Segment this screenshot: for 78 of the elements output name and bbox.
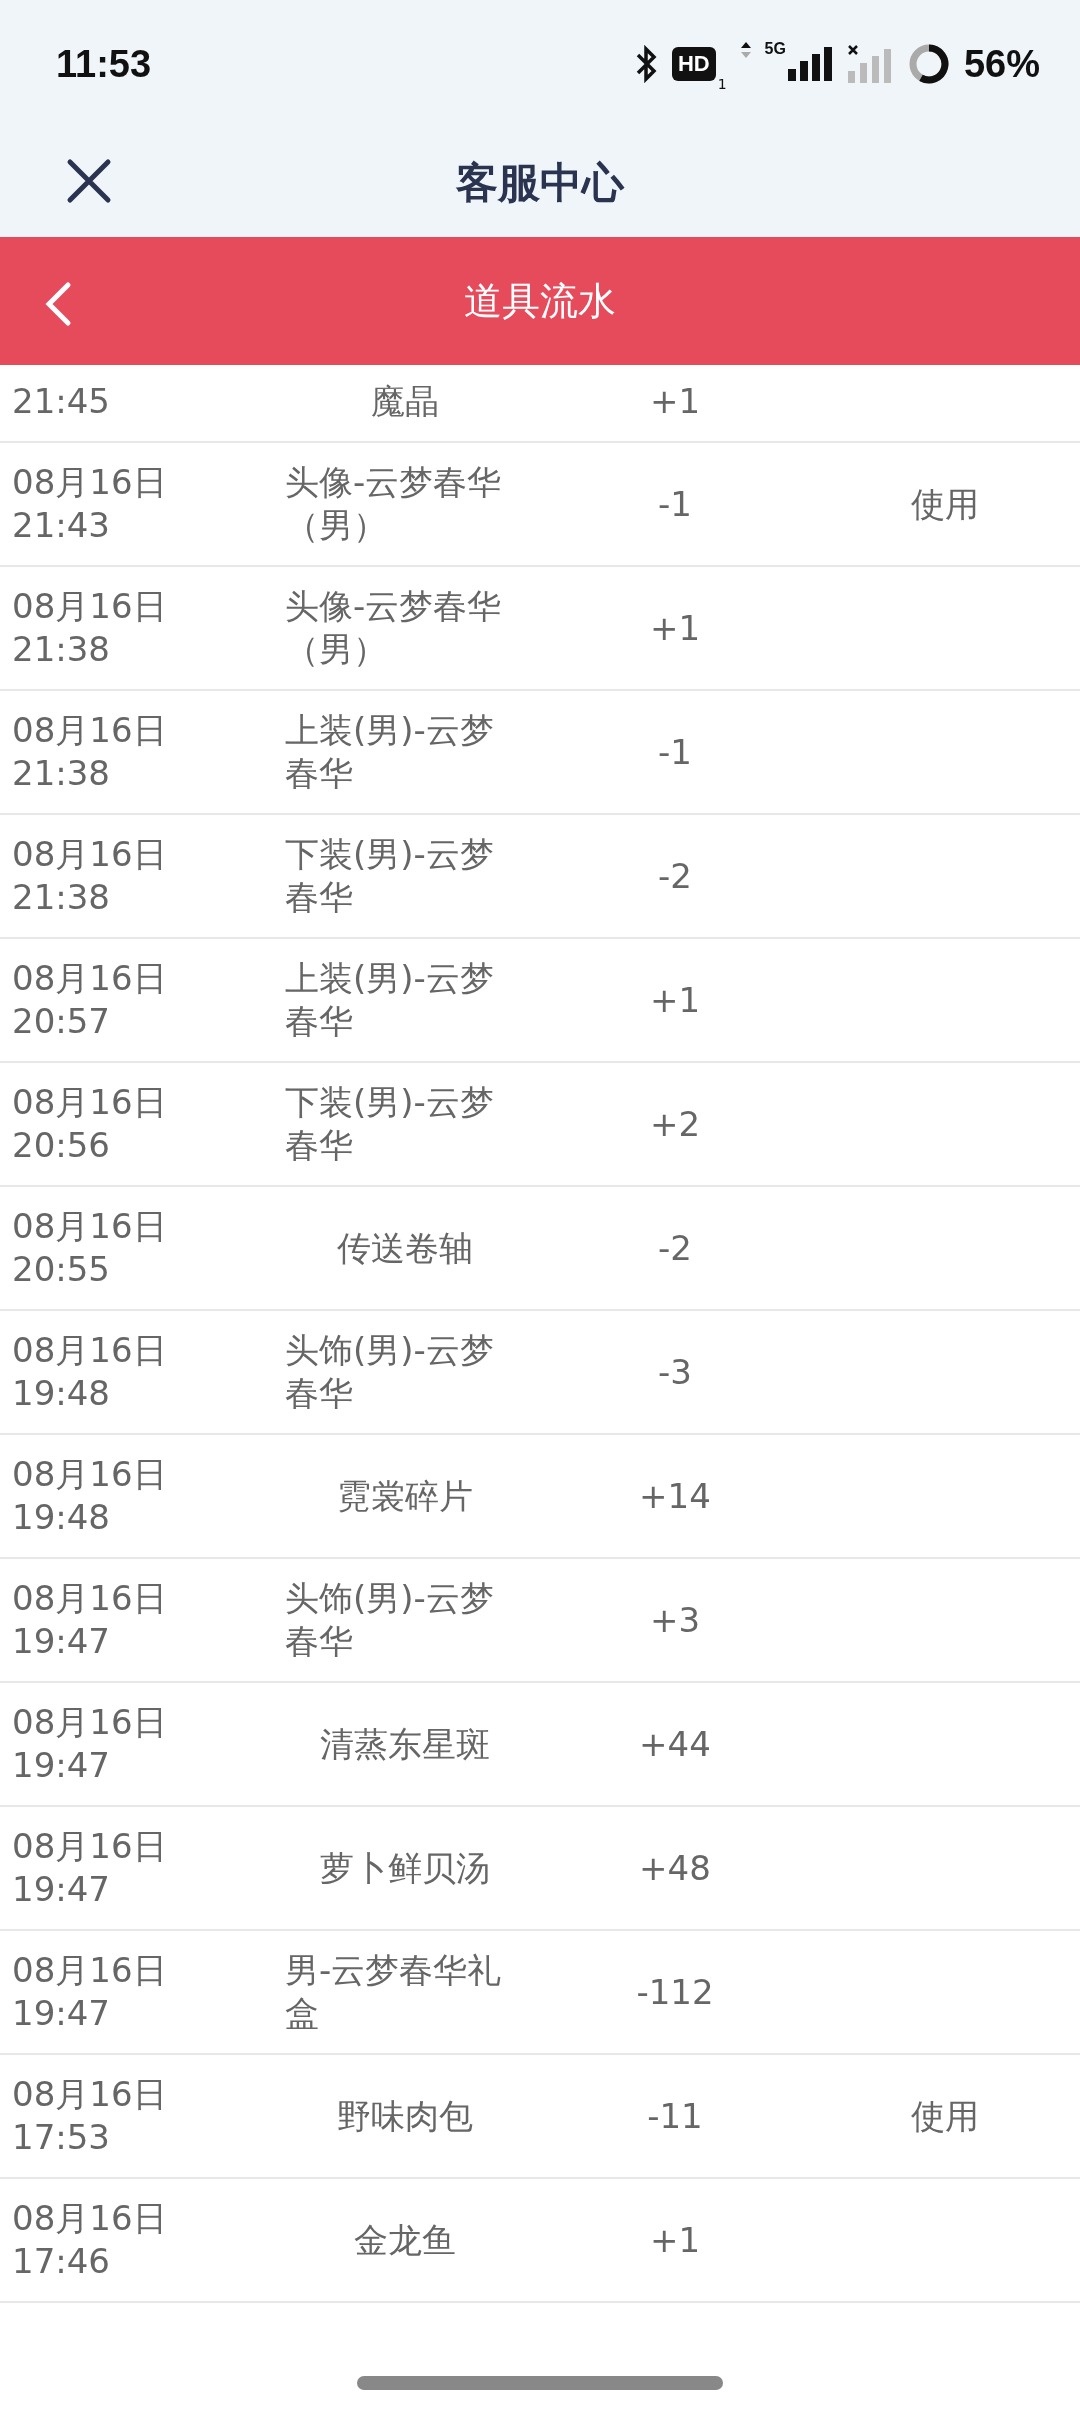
item-name: 下装(男)-云梦春华 [285, 1081, 495, 1167]
item-name: 头饰(男)-云梦春华 [285, 1329, 495, 1415]
quantity-change: +1 [649, 606, 701, 650]
row-time: 20:56 [12, 1124, 111, 1167]
item-name: 头像-云梦春华（男） [285, 585, 503, 671]
bluetooth-icon [635, 45, 658, 83]
quantity-change: -2 [658, 854, 692, 898]
no-signal-icon [847, 45, 894, 83]
back-icon[interactable] [44, 281, 72, 327]
battery-percent: 56% [963, 42, 1040, 86]
row-date: 08月16日 [12, 585, 168, 628]
quantity-change: -11 [647, 2094, 703, 2138]
network-type: 5G [764, 40, 786, 58]
row-time: 17:53 [12, 2116, 111, 2159]
quantity-change: +2 [649, 1102, 701, 1146]
item-name: 魔晶 [371, 380, 439, 423]
row-time: 19:48 [12, 1496, 111, 1539]
row-time: 17:46 [12, 2240, 111, 2283]
row-time: 19:47 [12, 1620, 111, 1663]
row-date: 08月16日 [12, 1205, 168, 1248]
quantity-change: -2 [658, 1226, 692, 1270]
quantity-change: +44 [639, 1722, 711, 1766]
action-label: 使用 [911, 482, 979, 526]
row-time: 21:38 [12, 752, 111, 795]
quantity-change: -1 [658, 730, 692, 774]
item-name: 上装(男)-云梦春华 [285, 957, 495, 1043]
row-date: 08月16日 [12, 1949, 168, 1992]
action-label: 使用 [911, 2094, 979, 2138]
quantity-change: +1 [649, 978, 701, 1022]
row-date: 08月16日 [12, 2197, 168, 2240]
sim-number: 1 [717, 76, 727, 92]
page-title: 客服中心 [456, 156, 624, 209]
quantity-change: -3 [658, 1350, 692, 1394]
row-time: 20:57 [12, 1000, 111, 1043]
row-date: 08月16日 [12, 1453, 168, 1496]
row-date: 08月16日 [12, 1329, 168, 1372]
item-name: 萝卜鲜贝汤 [320, 1846, 490, 1890]
row-time: 21:45 [12, 380, 111, 423]
item-name: 头像-云梦春华（男） [285, 461, 503, 547]
close-icon[interactable] [66, 158, 112, 204]
row-date: 08月16日 [12, 2073, 168, 2116]
status-time: 11:53 [56, 42, 153, 86]
item-name: 清蒸东星斑 [320, 1722, 490, 1766]
row-time: 20:55 [12, 1248, 111, 1291]
item-name: 男-云梦春华礼盒 [285, 1949, 503, 2035]
signal-icon [787, 47, 834, 81]
row-time: 19:48 [12, 1372, 111, 1415]
item-name: 上装(男)-云梦春华 [285, 709, 495, 795]
row-time: 19:47 [12, 1868, 111, 1911]
quantity-change: +14 [639, 1474, 711, 1518]
row-date: 08月16日 [12, 1825, 168, 1868]
quantity-change: +3 [649, 1598, 701, 1642]
header-title: 道具流水 [464, 277, 616, 325]
row-time: 19:47 [12, 1744, 111, 1787]
quantity-change: +1 [649, 380, 701, 423]
item-name: 头饰(男)-云梦春华 [285, 1577, 495, 1663]
row-date: 08月16日 [12, 1577, 168, 1620]
row-time: 21:38 [12, 628, 111, 671]
item-name: 金龙鱼 [354, 2218, 456, 2262]
quantity-change: -112 [636, 1970, 714, 2014]
row-date: 08月16日 [12, 833, 168, 876]
item-name: 霓裳碎片 [337, 1474, 473, 1518]
row-date: 08月16日 [12, 461, 168, 504]
row-date: 08月16日 [12, 1081, 168, 1124]
row-date: 08月16日 [12, 709, 168, 752]
row-time: 21:38 [12, 876, 111, 919]
item-name: 传送卷轴 [337, 1226, 473, 1270]
quantity-change: -1 [658, 482, 692, 526]
battery-ring-icon [907, 43, 950, 85]
row-time: 21:43 [12, 504, 111, 547]
row-date: 08月16日 [12, 1701, 168, 1744]
row-date: 08月16日 [12, 957, 168, 1000]
item-name: 野味肉包 [337, 2094, 473, 2138]
quantity-change: +1 [649, 2218, 701, 2262]
row-time: 19:47 [12, 1992, 111, 2035]
hd-badge: HD [671, 47, 716, 81]
quantity-change: +48 [639, 1846, 711, 1890]
item-name: 下装(男)-云梦春华 [285, 833, 495, 919]
